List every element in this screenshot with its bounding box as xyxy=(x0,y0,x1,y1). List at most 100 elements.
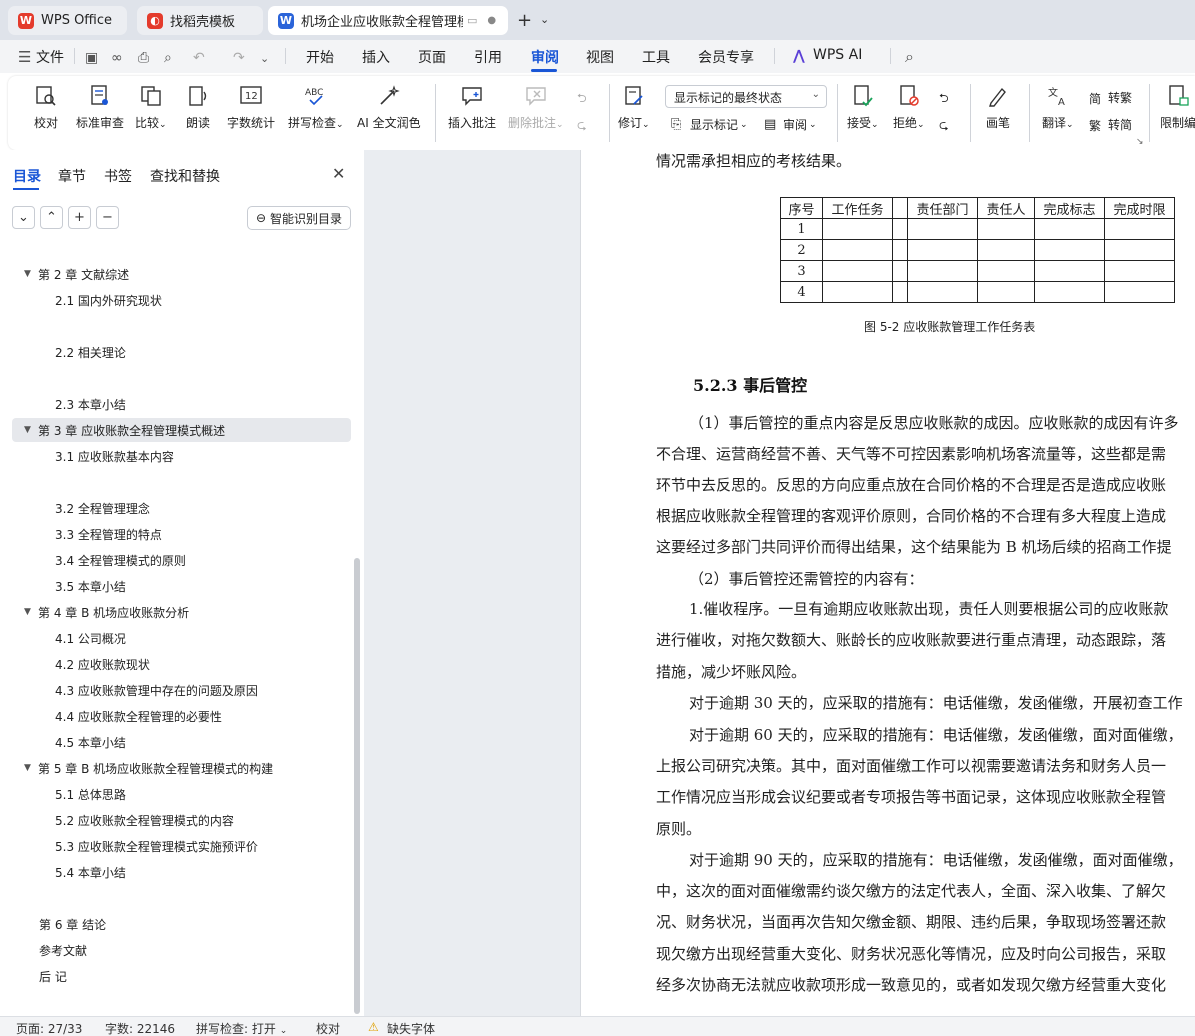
toc-item[interactable]: 5.3 应收账款全程管理模式实施预评价 xyxy=(55,834,258,858)
paragraph-line: 环节中去反思的。反思的方向应重点放在合同价格的不合理是否是造成应收账 xyxy=(656,476,1167,494)
compare-button[interactable]: 比较⌄ xyxy=(135,84,167,131)
divider xyxy=(609,84,610,142)
toc-scrollbar[interactable] xyxy=(354,558,360,1014)
toc-item[interactable]: 4.2 应收账款现状 xyxy=(55,652,150,676)
search-icon[interactable]: ⌕ xyxy=(905,47,914,67)
review-pane-button[interactable]: ▤ 审阅 ⌄ xyxy=(764,116,817,133)
toc-item[interactable]: 3.1 应收账款基本内容 xyxy=(55,444,174,468)
accept-button[interactable]: 接受⌄ xyxy=(847,84,879,131)
show-markup-button[interactable]: ⎘ 显示标记 ⌄ xyxy=(671,116,748,133)
page-indicator[interactable]: 页面: 27/33 xyxy=(16,1020,82,1036)
print-preview-icon[interactable]: ⌕ xyxy=(164,50,172,66)
menu-wps-ai[interactable]: WPS AI xyxy=(813,47,862,63)
next-change-icon[interactable]: ⮎ xyxy=(939,116,949,137)
insert-comment-button[interactable]: 插入批注 xyxy=(448,84,496,131)
toc-item[interactable]: ▼ 第 4 章 B 机场应收账款分析 xyxy=(24,600,189,624)
toc-item[interactable]: 第 6 章 结论 xyxy=(39,912,106,936)
tab-list-chevron-icon[interactable]: ⌄ xyxy=(540,13,549,26)
markup-mode-select[interactable]: 显示标记的最终状态 ⌄ xyxy=(665,85,827,108)
toc-item-selected[interactable]: ▼ 第 3 章 应收账款全程管理模式概述 xyxy=(12,418,351,442)
toc-item[interactable]: 后 记 xyxy=(39,964,67,988)
print-icon[interactable]: ⎙ xyxy=(138,50,149,66)
toc-item[interactable]: 2.2 相关理论 xyxy=(55,340,126,364)
wps-logo-icon: W xyxy=(18,12,34,29)
smart-toc-button[interactable]: ⊖ 智能识别目录 xyxy=(247,206,351,230)
table-header-cell: 责任部门 xyxy=(907,197,978,219)
toc-item[interactable]: 3.4 全程管理模式的原则 xyxy=(55,548,186,572)
tab-find-replace[interactable]: 查找和替换 xyxy=(150,166,220,186)
toc-item[interactable]: 参考文献 xyxy=(39,938,87,962)
delete-comment-button[interactable]: 删除批注⌄ xyxy=(508,84,564,131)
toc-item[interactable]: 5.4 本章小结 xyxy=(55,860,126,884)
undo-icon[interactable]: ↶ xyxy=(193,50,205,66)
convert-traditional-button[interactable]: 简 转繁 xyxy=(1089,89,1132,106)
redo-icon[interactable]: ↷ xyxy=(233,50,245,66)
toc-item[interactable]: 2.1 国内外研究现状 xyxy=(55,288,162,312)
missing-font-indicator[interactable]: 缺失字体 xyxy=(387,1020,435,1036)
close-icon[interactable]: ✕ xyxy=(332,164,345,183)
convert-simplified-button[interactable]: 繁 转简 xyxy=(1089,116,1132,133)
spell-check-indicator[interactable]: 拼写检查: 打开 ⌄ xyxy=(196,1020,287,1036)
add-heading-button[interactable]: + xyxy=(68,206,91,229)
unsaved-dot-icon[interactable]: ● xyxy=(487,15,496,26)
toc-item[interactable]: 3.2 全程管理理念 xyxy=(55,496,150,520)
word-count-indicator[interactable]: 字数: 22146 xyxy=(105,1020,175,1036)
document-page[interactable]: 情况需承担相应的考核结果。 序号 工作任务 责任部门 责任人 完成标志 完成时限… xyxy=(580,150,1195,1016)
previous-comment-icon[interactable]: ⮌ xyxy=(577,89,587,110)
new-tab-plus-icon[interactable]: + xyxy=(517,10,532,31)
tab-bookmarks[interactable]: 书签 xyxy=(104,166,132,186)
toc-item[interactable]: ▼ 第 2 章 文献综述 xyxy=(24,262,129,286)
menu-references[interactable]: 引用 xyxy=(474,47,502,67)
tab-current-document[interactable]: W 机场企业应收账款全程管理模 ▭ ● xyxy=(268,6,508,35)
more-chevron-icon[interactable]: ⌄ xyxy=(260,52,269,65)
button-label: 字数统计 xyxy=(227,116,276,130)
toc-item[interactable]: 2.3 本章小结 xyxy=(55,392,126,416)
ai-polish-button[interactable]: AI 全文润色 xyxy=(357,84,421,131)
hamburger-icon[interactable]: ☰ xyxy=(18,48,31,66)
remove-heading-button[interactable]: − xyxy=(96,206,119,229)
proofread-indicator[interactable]: 校对 xyxy=(316,1020,340,1036)
toc-item[interactable]: 3.3 全程管理的特点 xyxy=(55,522,162,546)
menu-member[interactable]: 会员专享 xyxy=(698,47,754,67)
tab-sections[interactable]: 章节 xyxy=(58,166,86,186)
toc-item[interactable]: 3.5 本章小结 xyxy=(55,574,126,598)
toc-item[interactable]: 4.3 应收账款管理中存在的问题及原因 xyxy=(55,678,258,702)
proofread-button[interactable]: 校对 xyxy=(34,84,58,131)
word-count-button[interactable]: 12 字数统计 xyxy=(227,84,275,131)
track-changes-button[interactable]: 修订⌄ xyxy=(618,84,650,131)
toc-item[interactable]: ▼ 第 5 章 B 机场应收账款全程管理模式的构建 xyxy=(24,756,273,780)
expand-up-button[interactable]: ⌃ xyxy=(40,206,63,229)
save-icon[interactable]: ▣ xyxy=(85,50,98,66)
button-label: 转简 xyxy=(1108,118,1133,132)
spell-check-button[interactable]: ABC 拼写检查⌄ xyxy=(288,84,344,131)
toc-item[interactable]: 5.2 应收账款全程管理模式的内容 xyxy=(55,808,234,832)
read-aloud-button[interactable]: 朗读 xyxy=(186,84,210,131)
link-icon[interactable]: ∞ xyxy=(111,50,123,66)
tab-template-store[interactable]: ◐ 找稻壳模板 xyxy=(137,6,263,35)
expand-ribbon-icon[interactable]: ↘ xyxy=(1136,137,1144,147)
previous-change-icon[interactable]: ⮌ xyxy=(939,89,949,110)
reject-button[interactable]: 拒绝⌄ xyxy=(893,84,925,131)
restrict-edit-button[interactable]: 限制编 xyxy=(1160,84,1195,131)
toc-item[interactable]: 4.4 应收账款全程管理的必要性 xyxy=(55,704,222,728)
toc-item[interactable]: 5.1 总体思路 xyxy=(55,782,126,806)
tab-toc[interactable]: 目录 xyxy=(13,166,41,186)
menu-insert[interactable]: 插入 xyxy=(362,47,390,67)
tab-wps-office[interactable]: W WPS Office xyxy=(8,6,127,35)
menu-file[interactable]: 文件 xyxy=(36,47,64,67)
translate-button[interactable]: 文A 翻译⌄ xyxy=(1042,84,1074,131)
menu-view[interactable]: 视图 xyxy=(586,47,614,67)
toc-item[interactable]: 4.5 本章小结 xyxy=(55,730,126,754)
paragraph-line: 情况需承担相应的考核结果。 xyxy=(656,152,852,170)
menu-home[interactable]: 开始 xyxy=(306,47,334,67)
next-comment-icon[interactable]: ⮎ xyxy=(577,116,587,137)
menu-page[interactable]: 页面 xyxy=(418,47,446,67)
menu-review[interactable]: 审阅 xyxy=(531,47,559,67)
standard-review-button[interactable]: 标准审查 xyxy=(76,84,124,131)
svg-text:12: 12 xyxy=(245,91,258,102)
wps-ai-icon[interactable]: ⋀ xyxy=(793,48,805,64)
menu-tools[interactable]: 工具 xyxy=(642,47,670,67)
collapse-all-button[interactable]: ⌄ xyxy=(12,206,35,229)
ink-button[interactable]: 画笔 xyxy=(986,84,1010,131)
toc-item[interactable]: 4.1 公司概况 xyxy=(55,626,126,650)
